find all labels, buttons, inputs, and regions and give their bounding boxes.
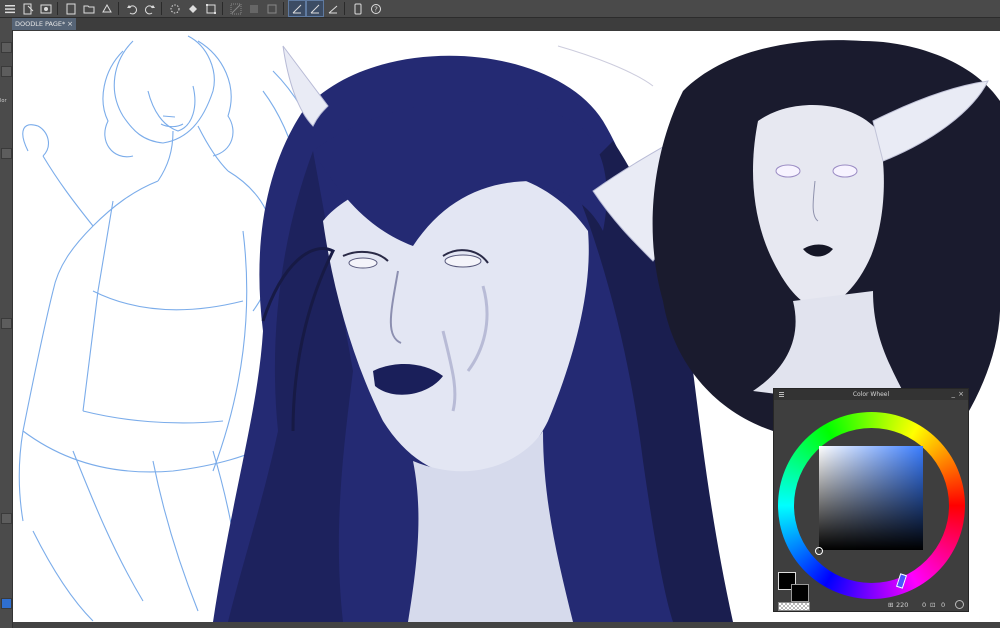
left-panel-strip: lor [0,18,13,628]
tab-close-icon[interactable]: × [67,18,73,30]
toolbar-divider [344,2,345,15]
saturation-value-handle[interactable] [815,547,823,555]
document-tab-label: DOODLE PAGE* [15,20,66,28]
trash-icon[interactable] [1,318,12,329]
value-a-readout: 0 [922,601,927,609]
panel-collapse-button[interactable] [1,66,12,77]
color-wheel-body: ⊞ 220 0 ⊡ 0 [774,400,968,611]
color-indicator[interactable] [1,598,12,609]
transform-icon[interactable] [203,1,219,16]
menu-icon[interactable] [2,1,18,16]
view-icon[interactable] [38,1,54,16]
toolbar-divider [283,2,284,15]
value-b-readout: 0 [941,601,946,609]
minimize-button[interactable]: _ [952,389,956,400]
saturation-value-square[interactable] [819,446,923,550]
color-zoom-value: 220 [896,601,909,609]
device-icon[interactable] [350,1,366,16]
main-toolbar: ? [0,0,1000,18]
undo-icon[interactable] [124,1,140,16]
svg-text:?: ? [374,5,378,13]
zoom-icon: ⊞ [888,601,894,609]
settings-icon[interactable] [955,600,964,609]
status-bar [13,622,1000,628]
save-icon[interactable] [99,1,115,16]
new-page-icon[interactable] [63,1,79,16]
search-icon[interactable] [1,513,12,524]
new-file-icon[interactable] [20,1,36,16]
select-icon[interactable] [228,1,244,16]
ruler-special-icon[interactable] [325,1,341,16]
lock-icon: ⊡ [930,601,936,609]
fill-icon[interactable] [185,1,201,16]
close-button[interactable]: × [958,389,964,400]
toolbar-divider [118,2,119,15]
ruler-icon[interactable] [288,0,306,17]
document-tab[interactable]: DOODLE PAGE* × [12,18,76,30]
transparent-color-swatch[interactable] [778,602,810,611]
panel-collapse-button[interactable] [1,148,12,159]
document-tab-bar: DOODLE PAGE* × [12,18,1000,30]
select-invert-icon[interactable] [264,1,280,16]
toolbar-divider [222,2,223,15]
panel-label: lor [0,98,7,104]
toolbar-divider [57,2,58,15]
toolbar-divider [161,2,162,15]
redo-icon[interactable] [142,1,158,16]
ruler-snap-icon[interactable] [306,0,324,17]
open-folder-icon[interactable] [81,1,97,16]
select-rect-icon[interactable] [246,1,262,16]
help-icon[interactable]: ? [368,1,384,16]
sub-color-swatch[interactable] [791,584,809,602]
color-wheel-panel: Color Wheel _ × ⊞ 220 0 ⊡ 0 [773,388,969,612]
loading-icon[interactable] [167,1,183,16]
color-wheel-title: Color Wheel [852,391,890,398]
panel-collapse-button[interactable] [1,42,12,53]
color-wheel-titlebar[interactable]: Color Wheel _ × [774,389,968,400]
